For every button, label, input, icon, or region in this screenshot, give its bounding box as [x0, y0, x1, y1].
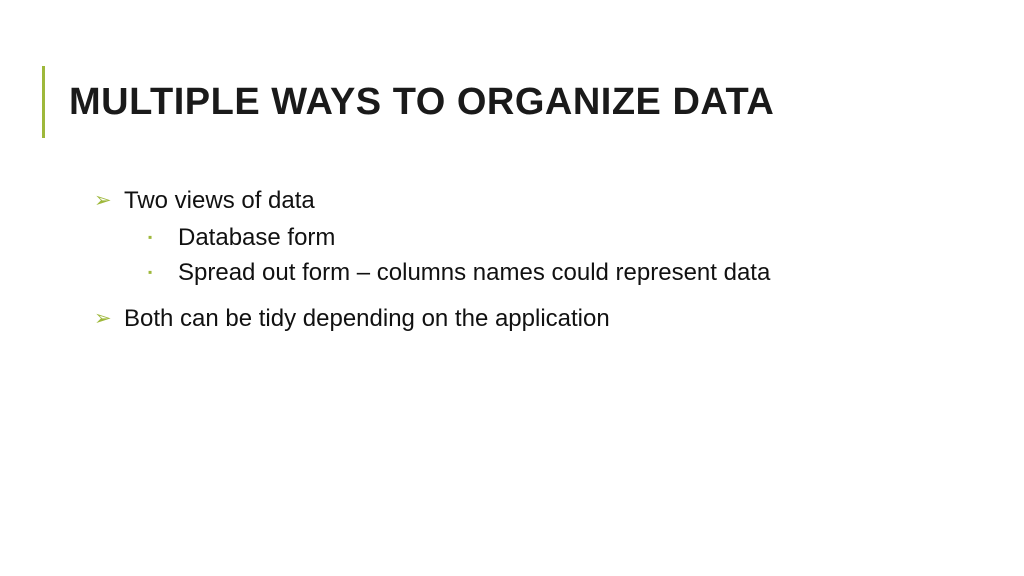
- square-icon: ▪: [148, 221, 178, 246]
- bullet-text: Both can be tidy depending on the applic…: [124, 302, 952, 337]
- bullet-level2: ▪ Database form: [148, 221, 952, 256]
- bullet-text: Database form: [178, 221, 952, 256]
- accent-bar: [42, 66, 45, 138]
- slide-title: MULTIPLE WAYS TO ORGANIZE DATA: [69, 81, 774, 124]
- sub-list: ▪ Database form ▪ Spread out form – colu…: [94, 221, 952, 291]
- bullet-text: Spread out form – columns names could re…: [178, 256, 952, 291]
- bullet-text: Two views of data: [124, 184, 952, 219]
- spacer: [94, 290, 952, 302]
- title-block: MULTIPLE WAYS TO ORGANIZE DATA: [72, 66, 952, 138]
- square-icon: ▪: [148, 256, 178, 281]
- slide: MULTIPLE WAYS TO ORGANIZE DATA ➢ Two vie…: [0, 0, 1024, 576]
- bullet-level1: ➢ Two views of data: [94, 184, 952, 219]
- bullet-level1: ➢ Both can be tidy depending on the appl…: [94, 302, 952, 337]
- arrow-icon: ➢: [94, 302, 124, 334]
- slide-body: ➢ Two views of data ▪ Database form ▪ Sp…: [72, 184, 952, 337]
- arrow-icon: ➢: [94, 184, 124, 216]
- bullet-level2: ▪ Spread out form – columns names could …: [148, 256, 952, 291]
